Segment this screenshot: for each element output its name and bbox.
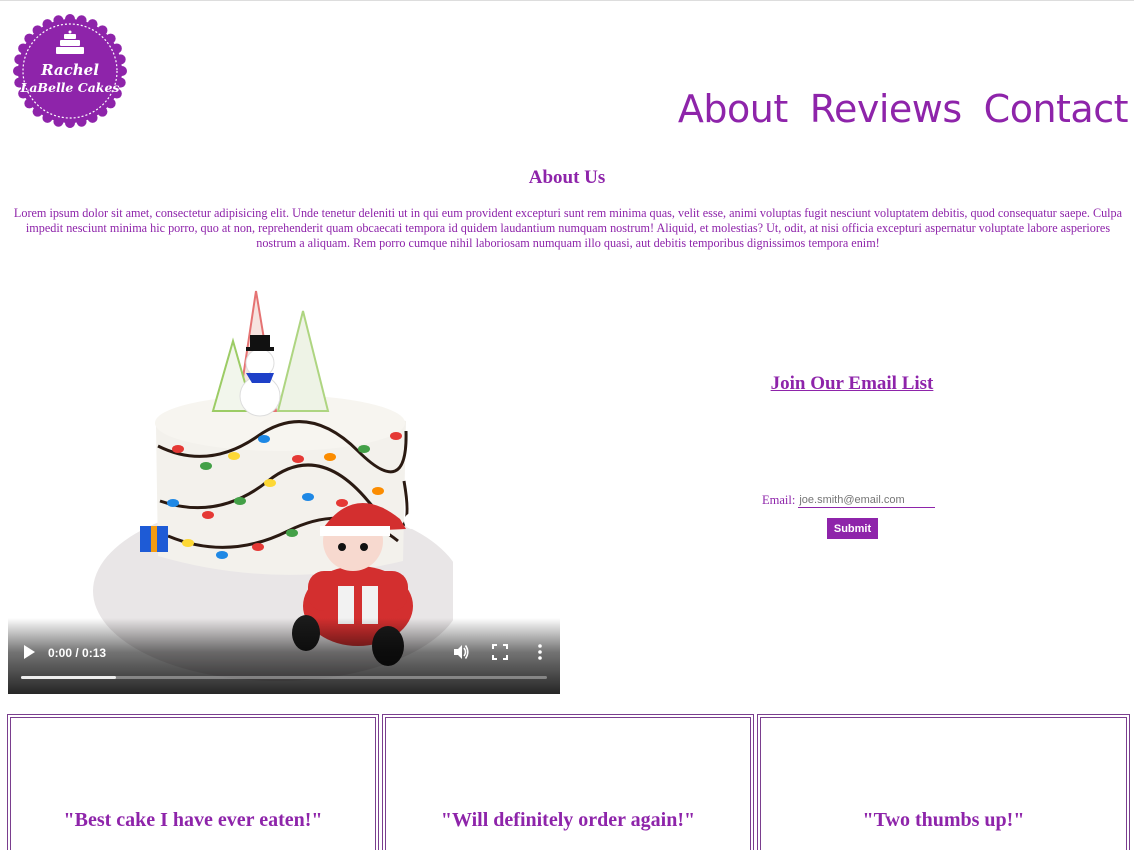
logo-scallop: [111, 43, 122, 54]
logo-scallop: [53, 116, 64, 127]
logo-scallop: [115, 54, 126, 65]
logo-scallop: [105, 33, 116, 44]
more-options-icon[interactable]: [532, 643, 548, 661]
video-player[interactable]: 0:00 / 0:13: [8, 271, 560, 694]
review-card-1: "Best cake I have ever eaten!": [7, 714, 379, 850]
logo-scallop: [53, 15, 64, 26]
logo-scallop: [65, 118, 75, 128]
volume-icon[interactable]: [452, 643, 470, 661]
logo-scallop: [32, 25, 43, 36]
brand-logo[interactable]: Rachel LaBelle Cakes: [13, 14, 127, 128]
logo-scallop: [13, 66, 23, 76]
logo-scallop: [24, 33, 35, 44]
logo-scallop: [65, 14, 75, 24]
logo-scallop: [97, 106, 108, 117]
logo-line1: Rachel: [40, 61, 99, 79]
email-field[interactable]: [798, 493, 936, 508]
review-quote: "Two thumbs up!": [862, 809, 1025, 831]
logo-scallop: [117, 66, 127, 76]
logo-scallop: [18, 43, 29, 54]
fullscreen-icon[interactable]: [492, 644, 508, 660]
video-time: 0:00 / 0:13: [48, 646, 107, 660]
about-text: Lorem ipsum dolor sit amet, consectetur …: [13, 206, 1123, 250]
review-quote: "Best cake I have ever eaten!": [63, 809, 323, 831]
review-quote: "Will definitely order again!": [440, 809, 696, 831]
logo-scallop: [76, 15, 87, 26]
logo-scallop: [14, 54, 25, 65]
logo-badge-icon: Rachel LaBelle Cakes: [13, 14, 127, 128]
submit-button[interactable]: Submit: [827, 518, 878, 539]
video-progress-bar[interactable]: [21, 676, 547, 679]
logo-scallop: [105, 98, 116, 109]
logo-scallop: [87, 112, 98, 123]
review-card-3: "Two thumbs up!": [757, 714, 1130, 850]
nav-about[interactable]: About: [678, 87, 788, 131]
about-title: About Us: [528, 167, 606, 188]
play-icon[interactable]: [22, 644, 36, 660]
logo-line2: LaBelle Cakes: [20, 80, 120, 95]
review-card-2: "Will definitely order again!": [382, 714, 754, 850]
video-controls: 0:00 / 0:13: [8, 618, 560, 694]
logo-scallop: [76, 116, 87, 127]
page: Rachel LaBelle Cakes About Reviews Conta…: [0, 0, 1134, 850]
video-progress-fill: [21, 676, 116, 679]
nav-reviews[interactable]: Reviews: [810, 87, 962, 131]
email-label: Email:: [762, 493, 796, 507]
nav-contact[interactable]: Contact: [984, 87, 1129, 131]
email-form-row: Email:: [762, 493, 936, 508]
email-list-title[interactable]: Join Our Email List: [700, 373, 1004, 395]
main-nav: About Reviews Contact: [678, 87, 1129, 131]
